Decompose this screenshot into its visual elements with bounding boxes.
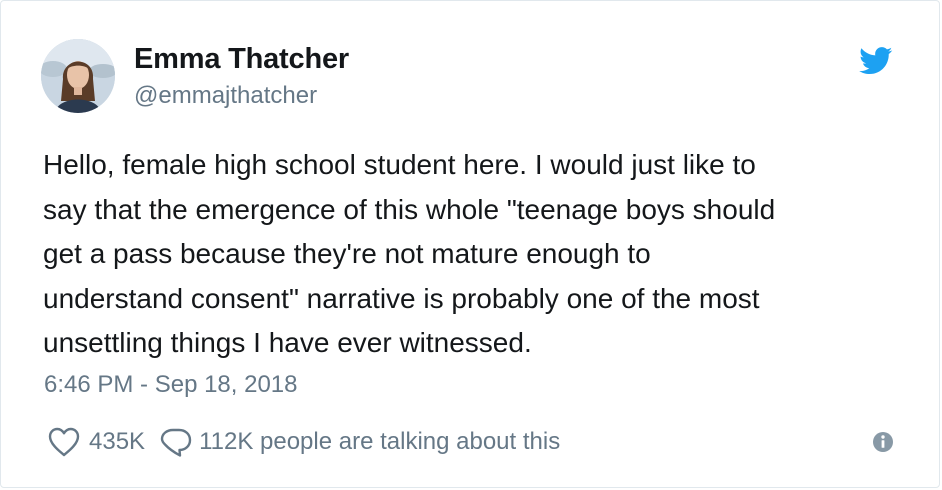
heart-outline-icon[interactable] <box>47 426 81 458</box>
avatar-photo <box>41 39 115 113</box>
twitter-bird-icon[interactable] <box>859 47 893 75</box>
author-handle[interactable]: @emmajthatcher <box>134 82 317 110</box>
info-circle-icon[interactable] <box>872 431 894 453</box>
tweet-text: Hello, female high school student here. … <box>43 143 913 366</box>
like-count[interactable]: 435K <box>89 428 145 456</box>
tweet-card: Emma Thatcher @emmajthatcher Hello, fema… <box>0 0 940 488</box>
tweet-actions: 435K 112K people are talking about this <box>47 422 560 462</box>
tweet-text-line: understand consent" narrative is probabl… <box>43 282 760 314</box>
tweet-text-line: say that the emergence of this whole "te… <box>43 193 776 225</box>
tweet-timestamp[interactable]: 6:46 PM - Sep 18, 2018 <box>44 371 298 399</box>
tweet-text-line: unsettling things I have ever witnessed. <box>43 327 532 358</box>
speech-bubble-icon[interactable] <box>159 426 193 458</box>
tweet-text-line: get a pass because they're not mature en… <box>43 238 651 269</box>
tweet-text-line: Hello, female high school student here. … <box>43 149 756 180</box>
avatar[interactable] <box>41 39 115 113</box>
author-display-name[interactable]: Emma Thatcher <box>134 43 349 76</box>
talking-count[interactable]: 112K people are talking about this <box>199 428 560 456</box>
